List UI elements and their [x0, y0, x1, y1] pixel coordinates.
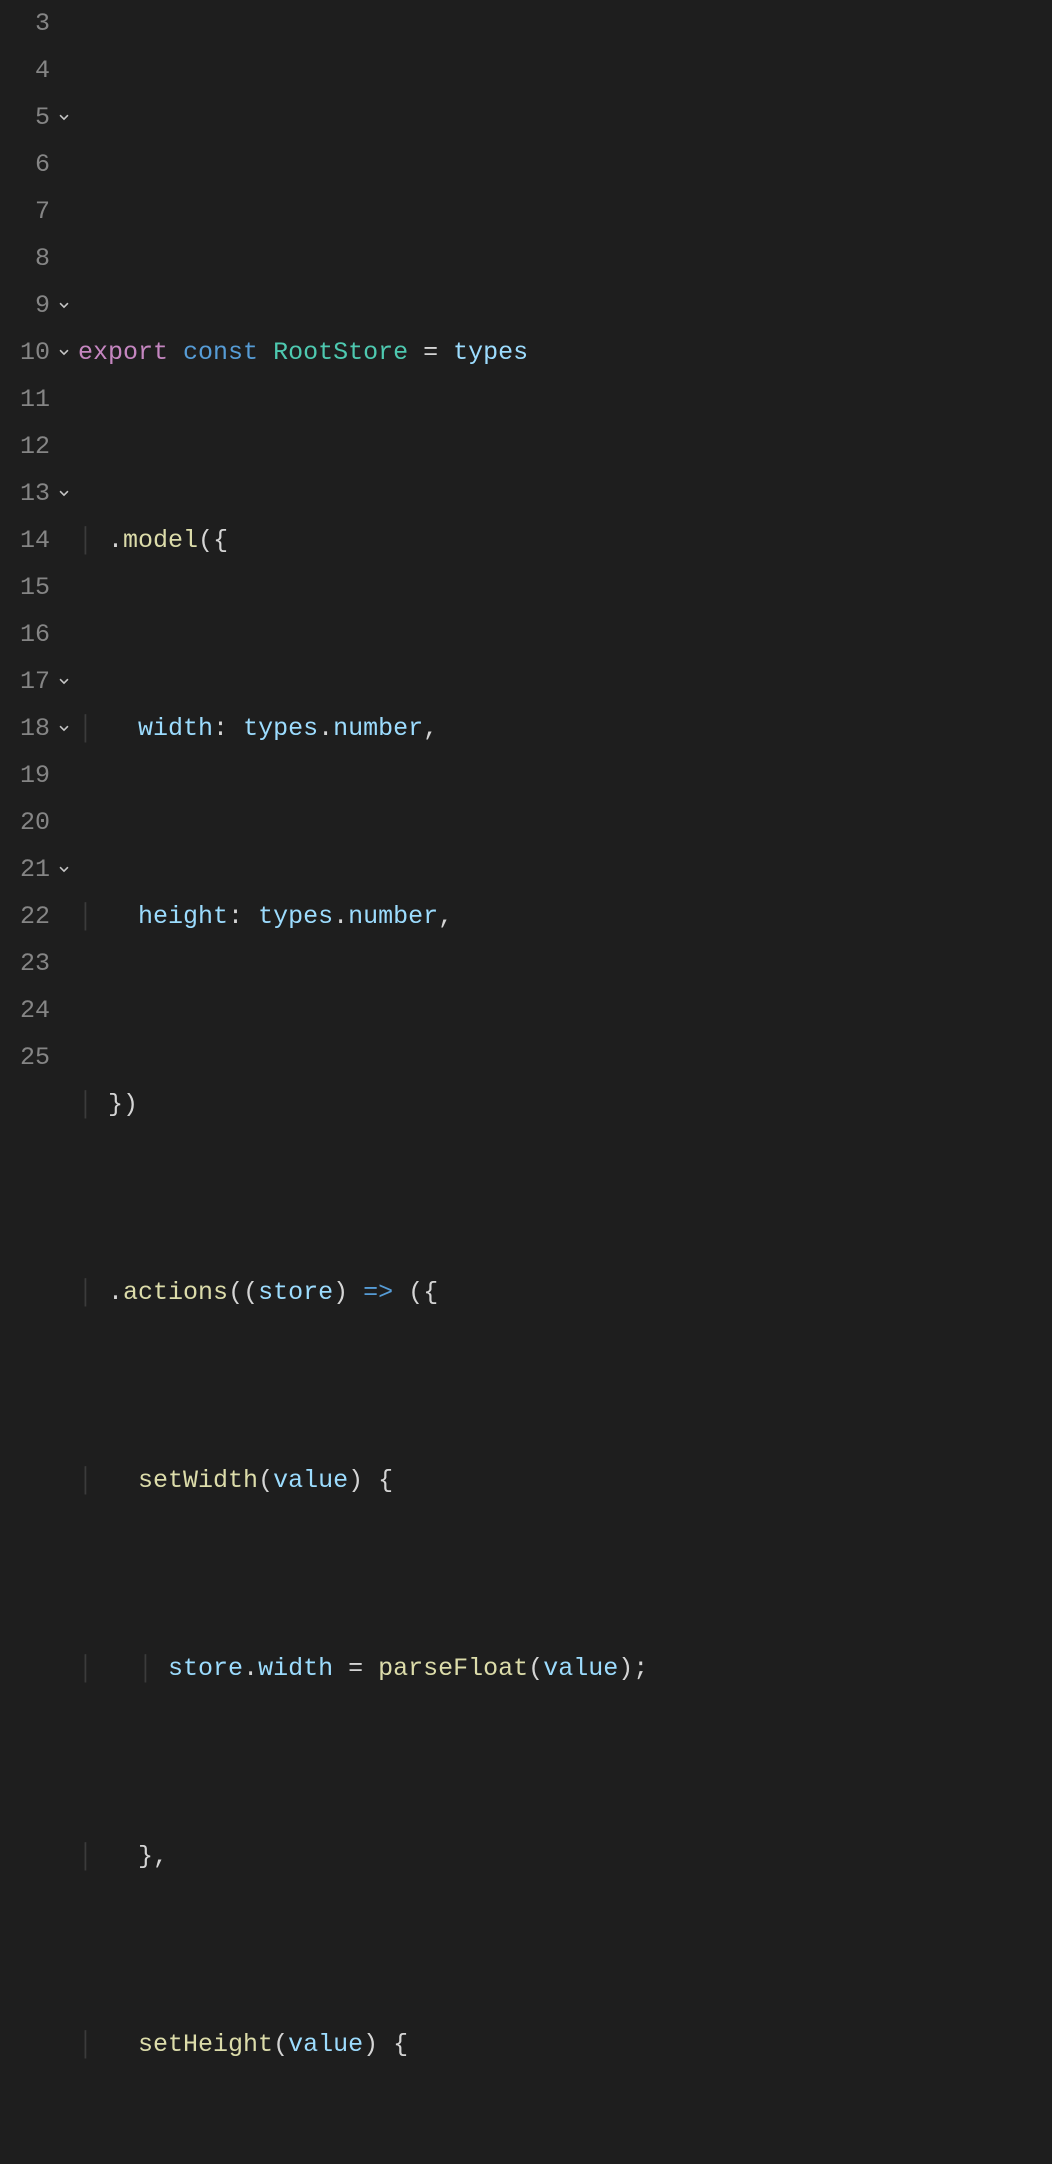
fold-spacer [50, 47, 78, 94]
line-number: 17 [0, 658, 50, 705]
line-number: 13 [0, 470, 50, 517]
identifier-rootstore: RootStore [273, 338, 408, 367]
fold-spacer [50, 517, 78, 564]
code-line[interactable]: │ .model({ [78, 517, 798, 564]
code-line[interactable]: export const RootStore = types [78, 329, 798, 376]
line-number: 10 [0, 329, 50, 376]
fold-spacer [50, 987, 78, 1034]
code-line[interactable]: │ .actions((store) => ({ [78, 1269, 798, 1316]
code-line[interactable]: │ │ store.width = parseFloat(value); [78, 1645, 798, 1692]
line-number: 8 [0, 235, 50, 282]
fold-gutter[interactable] [50, 0, 78, 2164]
chevron-down-icon[interactable] [55, 720, 73, 738]
chevron-down-icon[interactable] [55, 673, 73, 691]
code-line[interactable]: │ width: types.number, [78, 705, 798, 752]
fold-spacer [50, 188, 78, 235]
fold-spacer [50, 141, 78, 188]
keyword-export: export [78, 338, 168, 367]
line-number: 21 [0, 846, 50, 893]
keyword-const: const [183, 338, 258, 367]
line-number: 9 [0, 282, 50, 329]
method-model: model [123, 526, 198, 555]
code-line[interactable]: │ height: types.number, [78, 893, 798, 940]
param-value: value [273, 1466, 348, 1495]
line-number: 16 [0, 611, 50, 658]
line-number: 23 [0, 940, 50, 987]
fold-spacer [50, 0, 78, 47]
method-setwidth: setWidth [138, 1466, 258, 1495]
code-line[interactable]: │ setWidth(value) { [78, 1457, 798, 1504]
line-number: 25 [0, 1034, 50, 1081]
chevron-down-icon[interactable] [55, 109, 73, 127]
line-number: 12 [0, 423, 50, 470]
fold-spacer [50, 752, 78, 799]
line-number: 11 [0, 376, 50, 423]
operator-equals: = [423, 338, 438, 367]
prop-height: height [138, 902, 228, 931]
code-line[interactable] [78, 141, 798, 188]
line-number: 19 [0, 752, 50, 799]
prop-width: width [138, 714, 213, 743]
fold-toggle[interactable] [50, 705, 78, 752]
code-line[interactable]: │ }) [78, 1081, 798, 1128]
fold-toggle[interactable] [50, 282, 78, 329]
method-actions: actions [123, 1278, 228, 1307]
line-number-gutter: 345678910111213141516171819202122232425 [0, 0, 50, 2164]
fold-toggle[interactable] [50, 94, 78, 141]
code-editor[interactable]: 345678910111213141516171819202122232425 … [0, 0, 1052, 2164]
line-number: 15 [0, 564, 50, 611]
code-line[interactable]: │ setHeight(value) { [78, 2021, 798, 2068]
fold-spacer [50, 564, 78, 611]
fold-toggle[interactable] [50, 470, 78, 517]
line-number: 24 [0, 987, 50, 1034]
line-number: 22 [0, 893, 50, 940]
fold-toggle[interactable] [50, 329, 78, 376]
fold-spacer [50, 376, 78, 423]
identifier-types: types [453, 338, 528, 367]
line-number: 3 [0, 0, 50, 47]
code-line[interactable]: │ }, [78, 1833, 798, 1880]
fold-spacer [50, 893, 78, 940]
line-number: 5 [0, 94, 50, 141]
line-number: 18 [0, 705, 50, 752]
line-number: 14 [0, 517, 50, 564]
line-number: 20 [0, 799, 50, 846]
fold-spacer [50, 799, 78, 846]
fold-toggle[interactable] [50, 846, 78, 893]
method-setheight: setHeight [138, 2030, 273, 2059]
prop-number: number [333, 714, 423, 743]
param-store: store [258, 1278, 333, 1307]
chevron-down-icon[interactable] [55, 344, 73, 362]
fold-spacer [50, 1034, 78, 1081]
line-number: 6 [0, 141, 50, 188]
chevron-down-icon[interactable] [55, 861, 73, 879]
fold-spacer [50, 423, 78, 470]
chevron-down-icon[interactable] [55, 485, 73, 503]
line-number: 7 [0, 188, 50, 235]
fold-spacer [50, 235, 78, 282]
fold-spacer [50, 611, 78, 658]
func-parsefloat: parseFloat [378, 1654, 528, 1683]
code-content[interactable]: export const RootStore = types │ .model(… [78, 0, 798, 2164]
line-number: 4 [0, 47, 50, 94]
chevron-down-icon[interactable] [55, 297, 73, 315]
arrow-function: => [363, 1278, 393, 1307]
fold-toggle[interactable] [50, 658, 78, 705]
fold-spacer [50, 940, 78, 987]
